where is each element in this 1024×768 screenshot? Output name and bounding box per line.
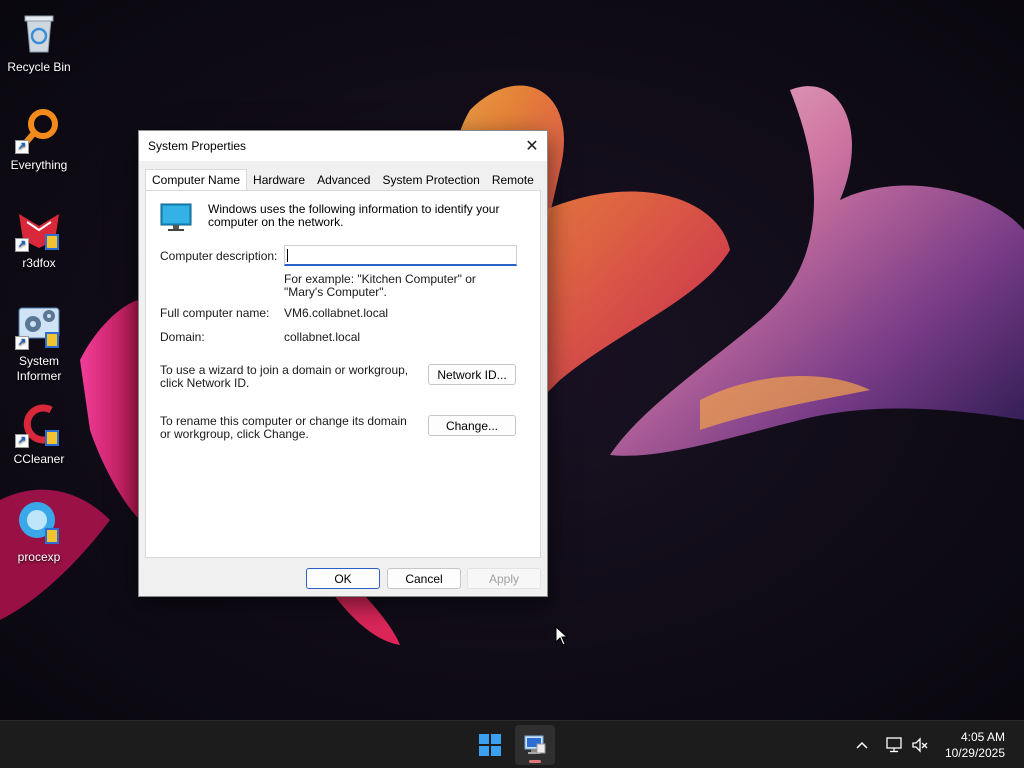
text-caret [287, 249, 288, 262]
active-indicator [529, 760, 541, 763]
r3dfox-icon: ↗ [15, 204, 63, 252]
desktop-icon-label: CCleaner [13, 452, 65, 466]
cancel-button[interactable]: Cancel [387, 568, 461, 589]
everything-icon: ↗ [15, 106, 63, 154]
network-id-text: To use a wizard to join a domain or work… [160, 363, 409, 390]
monitor-icon [160, 203, 192, 233]
tab-advanced[interactable]: Advanced [311, 170, 376, 190]
volume-muted-icon[interactable] [910, 735, 930, 755]
system-properties-icon [524, 735, 546, 754]
tab-system-protection[interactable]: System Protection [376, 170, 485, 190]
full-computer-name-value: VM6.collabnet.local [284, 306, 389, 320]
mouse-cursor-icon [555, 625, 569, 649]
desktop-icon-everything[interactable]: ↗ Everything [0, 106, 78, 173]
desktop-icon-r3dfox[interactable]: ↗ r3dfox [0, 204, 78, 271]
taskbar: 4:05 AM 10/29/2025 [0, 720, 1024, 768]
dialog-title: System Properties [148, 139, 247, 153]
ccleaner-icon: ↗ [15, 400, 63, 448]
shortcut-arrow-icon: ↗ [15, 238, 29, 252]
system-informer-icon: ↗ [15, 302, 63, 350]
tab-hardware[interactable]: Hardware [247, 170, 311, 190]
info-text: Windows uses the following information t… [208, 202, 500, 229]
domain-value: collabnet.local [284, 330, 361, 344]
shortcut-arrow-icon: ↗ [15, 336, 29, 350]
taskbar-clock[interactable]: 4:05 AM 10/29/2025 [945, 729, 1005, 761]
computer-description-label: Computer description: [160, 249, 278, 263]
desktop-icon-ccleaner[interactable]: ↗ CCleaner [0, 400, 78, 467]
desktop-icon-recycle-bin[interactable]: Recycle Bin [0, 8, 78, 75]
desktop-icon-label: System Informer [16, 354, 62, 383]
close-button[interactable]: ✕ [517, 131, 547, 161]
tab-bar: Computer Name Hardware Advanced System P… [145, 169, 540, 190]
start-button[interactable] [470, 725, 510, 765]
example-text: For example: "Kitchen Computer" or "Mary… [284, 272, 476, 299]
close-icon: ✕ [525, 138, 539, 155]
desktop-icon-label: r3dfox [22, 256, 56, 270]
desktop-icon-label: procexp [17, 550, 61, 564]
system-properties-dialog: System Properties ✕ Computer Name Hardwa… [138, 130, 548, 597]
shortcut-arrow-icon: ↗ [15, 140, 29, 154]
desktop-icon-label: Recycle Bin [7, 60, 71, 74]
change-button[interactable]: Change... [428, 415, 516, 436]
recycle-bin-icon [15, 8, 63, 56]
shortcut-arrow-icon: ↗ [15, 434, 29, 448]
desktop-icon-procexp[interactable]: procexp [0, 498, 78, 565]
clock-date: 10/29/2025 [944, 746, 1005, 760]
ok-button[interactable]: OK [306, 568, 380, 589]
dialog-titlebar[interactable]: System Properties [139, 131, 547, 161]
info-row: Windows uses the following information t… [160, 203, 518, 233]
network-icon[interactable] [884, 735, 904, 755]
tray-overflow-chevron-icon[interactable] [852, 735, 872, 755]
domain-label: Domain: [160, 330, 205, 344]
procexp-icon [15, 498, 63, 546]
desktop-icon-system-informer[interactable]: ↗ System Informer [0, 302, 78, 384]
computer-name-panel: Windows uses the following information t… [145, 190, 541, 558]
clock-time: 4:05 AM [960, 730, 1005, 744]
full-computer-name-label: Full computer name: [160, 306, 270, 320]
taskbar-system-properties[interactable] [515, 725, 555, 765]
desktop-icon-label: Everything [10, 158, 68, 172]
rename-text: To rename this computer or change its do… [160, 414, 407, 441]
tab-remote[interactable]: Remote [486, 170, 540, 190]
windows-logo-icon [479, 734, 501, 756]
network-id-button[interactable]: Network ID... [428, 364, 516, 385]
tab-computer-name[interactable]: Computer Name [145, 169, 248, 190]
computer-description-input[interactable] [284, 245, 517, 266]
apply-button[interactable]: Apply [467, 568, 541, 589]
